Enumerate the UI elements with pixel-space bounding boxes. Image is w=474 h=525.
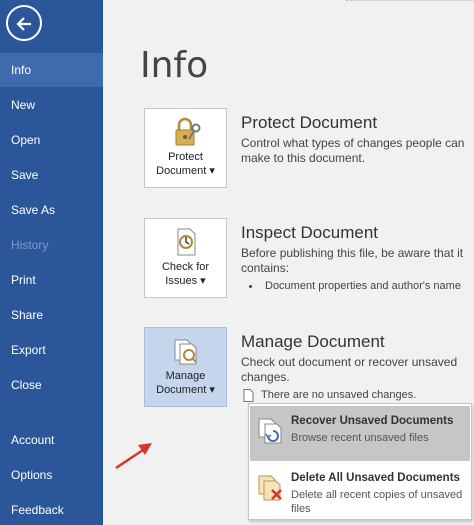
- protect-document-desc: Control what types of changes people can…: [241, 136, 465, 165]
- back-arrow-icon: [16, 17, 31, 31]
- recover-desc: Browse recent unsaved files: [291, 432, 429, 444]
- sidebar-item-info[interactable]: Info: [0, 53, 103, 87]
- title-bar-edge: [346, 0, 474, 8]
- sidebar-item-share[interactable]: Share: [0, 298, 103, 332]
- manage-document-menu: Recover Unsaved Documents Browse recent …: [248, 403, 472, 520]
- inspect-document-icon: [177, 228, 196, 256]
- check-for-issues-button[interactable]: Check for Issues ▾: [144, 218, 227, 298]
- tile-label-line2: Document: [156, 165, 207, 177]
- dropdown-caret-icon: ▾: [209, 165, 215, 177]
- manage-document-button[interactable]: Manage Document ▾: [144, 327, 227, 407]
- sidebar-item-feedback[interactable]: Feedback: [0, 493, 103, 525]
- delete-files-icon: [258, 475, 282, 501]
- page-title: Info: [140, 45, 209, 86]
- annotation-arrow-icon: [115, 443, 152, 470]
- tile-label-line2: Issues: [165, 275, 198, 287]
- sidebar-item-new[interactable]: New: [0, 88, 103, 122]
- sidebar-item-open[interactable]: Open: [0, 123, 103, 157]
- tile-label-line2: Document: [156, 384, 207, 396]
- inspect-bullet-text: Document properties and author's name: [265, 280, 461, 292]
- manage-bullet-text: There are no unsaved changes.: [261, 389, 417, 401]
- sidebar-item-options[interactable]: Options: [0, 458, 103, 492]
- inspect-document-desc: Before publishing this file, be aware th…: [241, 246, 464, 275]
- manage-document-title: Manage Document: [241, 332, 385, 351]
- protect-document-title: Protect Document: [241, 113, 378, 132]
- sidebar-item-save-as[interactable]: Save As: [0, 193, 103, 227]
- bullet-dot-icon: [249, 284, 252, 288]
- tile-label-line1: Manage: [165, 370, 206, 382]
- protect-document-button[interactable]: Protect Document ▾: [144, 108, 227, 188]
- sidebar-item-account[interactable]: Account: [0, 423, 103, 457]
- delete-all-unsaved-documents-item[interactable]: Delete All Unsaved Documents Delete all …: [250, 463, 470, 518]
- tile-label-line1: Protect: [168, 151, 203, 163]
- manage-document-icon: [174, 339, 197, 365]
- backstage-sidebar: Info New Open Save Save As History Print…: [0, 0, 103, 525]
- sidebar-item-export[interactable]: Export: [0, 333, 103, 367]
- dropdown-caret-icon: ▾: [209, 384, 215, 396]
- sidebar-item-print[interactable]: Print: [0, 263, 103, 297]
- manage-document-desc: Check out document or recover unsaved ch…: [241, 355, 458, 384]
- tile-label-line1: Check for: [161, 261, 210, 273]
- back-button[interactable]: [6, 5, 42, 41]
- document-icon: [243, 388, 254, 402]
- info-pane: Info Protect Document ▾ Protect Document…: [103, 0, 474, 525]
- sidebar-item-save[interactable]: Save: [0, 158, 103, 192]
- recover-unsaved-documents-item[interactable]: Recover Unsaved Documents Browse recent …: [250, 406, 470, 461]
- inspect-document-title: Inspect Document: [241, 223, 379, 242]
- manage-bullet: There are no unsaved changes.: [243, 388, 416, 402]
- sidebar-item-history: History: [11, 238, 49, 252]
- recover-title: Recover Unsaved Documents: [291, 415, 454, 427]
- recover-file-icon: [258, 418, 282, 444]
- delete-title: Delete All Unsaved Documents: [291, 472, 460, 484]
- sidebar-item-close[interactable]: Close: [0, 368, 103, 402]
- lock-key-icon: [175, 117, 201, 146]
- delete-desc: Delete all recent copies of unsaved file…: [291, 489, 463, 515]
- inspect-bullet: Document properties and author's name: [249, 279, 461, 293]
- dropdown-caret-icon: ▾: [200, 275, 206, 287]
